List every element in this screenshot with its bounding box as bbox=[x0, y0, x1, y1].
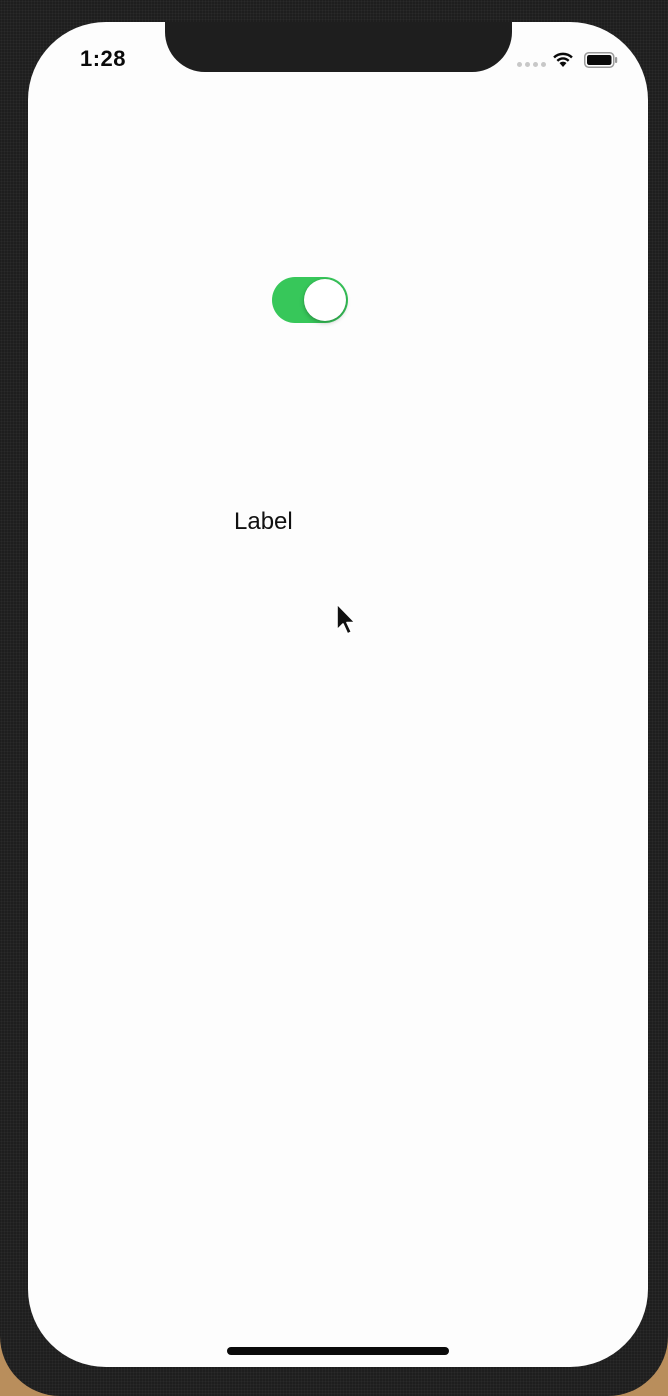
mouse-cursor-icon bbox=[336, 603, 356, 635]
device-frame: 1:28 Label bbox=[0, 0, 668, 1396]
device-notch bbox=[165, 22, 512, 72]
status-time: 1:28 bbox=[80, 46, 127, 71]
label-text: Label bbox=[234, 508, 293, 535]
wifi-icon bbox=[553, 52, 573, 67]
cellular-dots-icon bbox=[517, 62, 546, 67]
switch-toggle[interactable] bbox=[272, 277, 348, 323]
battery-icon bbox=[584, 52, 618, 68]
phone-screen: 1:28 Label bbox=[28, 22, 648, 1367]
switch-knob[interactable] bbox=[304, 279, 346, 321]
home-indicator[interactable] bbox=[227, 1347, 449, 1355]
